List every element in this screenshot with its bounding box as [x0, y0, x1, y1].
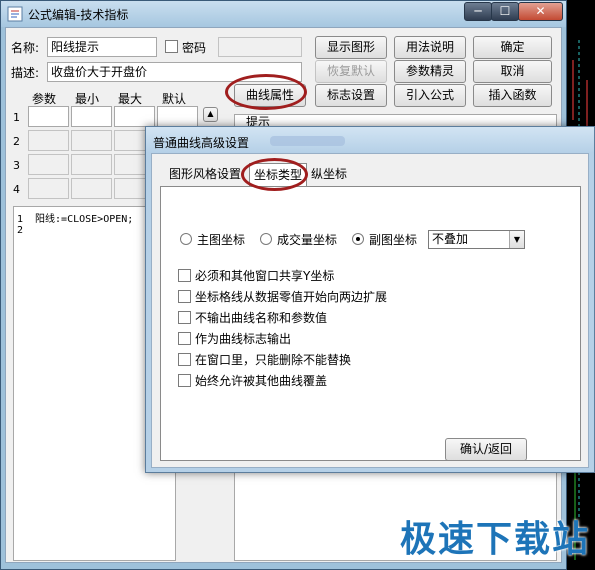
param-cell[interactable] — [28, 178, 69, 199]
up-arrow-icon: ▲ — [207, 109, 214, 118]
minimize-button[interactable]: ─ — [464, 2, 492, 21]
param-spin-button[interactable]: ▲ — [203, 107, 218, 122]
blurred-title-text — [270, 136, 345, 146]
line-number: 1 — [17, 214, 24, 225]
confirm-button[interactable]: 确定 — [473, 36, 552, 59]
param-cell[interactable] — [71, 178, 112, 199]
name-label: 名称: — [11, 41, 40, 55]
chevron-down-icon[interactable]: ▼ — [509, 231, 524, 248]
sub-chart-axis-radio[interactable] — [352, 233, 364, 245]
password-label: 密码 — [182, 41, 207, 55]
app-icon — [7, 6, 23, 22]
watermark-logo: 极速下载站 — [400, 519, 591, 560]
param-cell[interactable] — [28, 106, 69, 127]
param-header-max: 最大 — [118, 92, 143, 106]
param-header-name: 参数 — [32, 92, 57, 106]
checkbox-label: 不输出曲线名称和参数值 — [195, 311, 328, 325]
usage-button[interactable]: 用法说明 — [394, 36, 466, 59]
password-input[interactable] — [218, 37, 302, 57]
param-cell[interactable] — [114, 106, 155, 127]
overlay-select[interactable]: 不叠加 ▼ — [428, 230, 525, 249]
param-cell[interactable] — [157, 106, 198, 127]
restore-default-button[interactable]: 恢复默认 — [315, 60, 387, 83]
param-cell[interactable] — [71, 106, 112, 127]
close-icon: ✕ — [535, 4, 546, 18]
param-cell[interactable] — [71, 130, 112, 151]
highlight-ellipse — [241, 158, 308, 191]
code-line: 2 — [17, 225, 29, 236]
window-title: 公式编辑-技术指标 — [28, 8, 129, 22]
radio-label: 主图坐标 — [197, 233, 246, 247]
description-label: 描述: — [11, 66, 40, 80]
title-bar[interactable]: 公式编辑-技术指标 ─ ☐ ✕ — [1, 1, 566, 27]
dialog-body: 图形风格设置 坐标类型 纵坐标 主图坐标 成交量坐标 副图坐标 不叠加 ▼ 必须… — [151, 153, 589, 468]
radio-label: 副图坐标 — [369, 233, 418, 247]
param-row-number: 1 — [13, 111, 20, 124]
line-number: 2 — [17, 225, 24, 236]
radio-selected-dot — [356, 237, 360, 241]
volume-axis-radio[interactable] — [260, 233, 272, 245]
axis-type-panel: 主图坐标 成交量坐标 副图坐标 不叠加 ▼ 必须和其他窗口共享Y坐标 坐标格线从… — [160, 186, 581, 461]
password-checkbox[interactable] — [165, 40, 178, 53]
allow-overlay-checkbox[interactable] — [178, 374, 191, 387]
param-row-number: 4 — [13, 183, 20, 196]
checkbox-label: 在窗口里，只能删除不能替换 — [195, 353, 352, 367]
checkbox-label: 作为曲线标志输出 — [195, 332, 292, 346]
hide-curve-name-checkbox[interactable] — [178, 311, 191, 324]
param-header-min: 最小 — [75, 92, 100, 106]
curve-marker-output-checkbox[interactable] — [178, 332, 191, 345]
import-formula-button[interactable]: 引入公式 — [394, 84, 466, 107]
param-header-default: 默认 — [162, 92, 187, 106]
main-chart-axis-radio[interactable] — [180, 233, 192, 245]
delete-only-checkbox[interactable] — [178, 353, 191, 366]
cancel-button[interactable]: 取消 — [473, 60, 552, 83]
param-row-number: 3 — [13, 159, 20, 172]
maximize-icon: ☐ — [499, 4, 511, 18]
minimize-icon: ─ — [474, 4, 482, 18]
ok-return-button[interactable]: 确认/返回 — [445, 438, 527, 461]
grid-from-zero-checkbox[interactable] — [178, 290, 191, 303]
param-cell[interactable] — [28, 154, 69, 175]
param-wizard-button[interactable]: 参数精灵 — [394, 60, 466, 83]
maximize-button[interactable]: ☐ — [491, 2, 519, 21]
param-cell[interactable] — [28, 130, 69, 151]
tab-graphic-style[interactable]: 图形风格设置 — [165, 163, 245, 186]
overlay-select-value: 不叠加 — [432, 232, 469, 246]
close-button[interactable]: ✕ — [518, 2, 563, 21]
marker-settings-button[interactable]: 标志设置 — [315, 84, 387, 107]
param-row-number: 2 — [13, 135, 20, 148]
dialog-title-bar[interactable]: 普通曲线高级设置 — [146, 127, 594, 153]
show-graph-button[interactable]: 显示图形 — [315, 36, 387, 59]
share-y-axis-checkbox[interactable] — [178, 269, 191, 282]
param-cell[interactable] — [71, 154, 112, 175]
advanced-curve-settings-dialog: 普通曲线高级设置 图形风格设置 坐标类型 纵坐标 主图坐标 成交量坐标 副图坐标… — [145, 126, 595, 473]
checkbox-label: 始终允许被其他曲线覆盖 — [195, 374, 328, 388]
highlight-ellipse — [225, 74, 307, 110]
checkbox-label: 必须和其他窗口共享Y坐标 — [195, 269, 335, 283]
code-line: 1 阳线:=CLOSE>OPEN; — [17, 210, 133, 225]
radio-label: 成交量坐标 — [277, 233, 338, 247]
tab-y-axis[interactable]: 纵坐标 — [307, 163, 351, 186]
insert-function-button[interactable]: 插入函数 — [473, 84, 552, 107]
name-input[interactable]: 阳线提示 — [47, 37, 157, 57]
code-text: 阳线:=CLOSE>OPEN; — [35, 214, 134, 225]
dialog-title: 普通曲线高级设置 — [153, 136, 250, 150]
checkbox-label: 坐标格线从数据零值开始向两边扩展 — [195, 290, 388, 304]
